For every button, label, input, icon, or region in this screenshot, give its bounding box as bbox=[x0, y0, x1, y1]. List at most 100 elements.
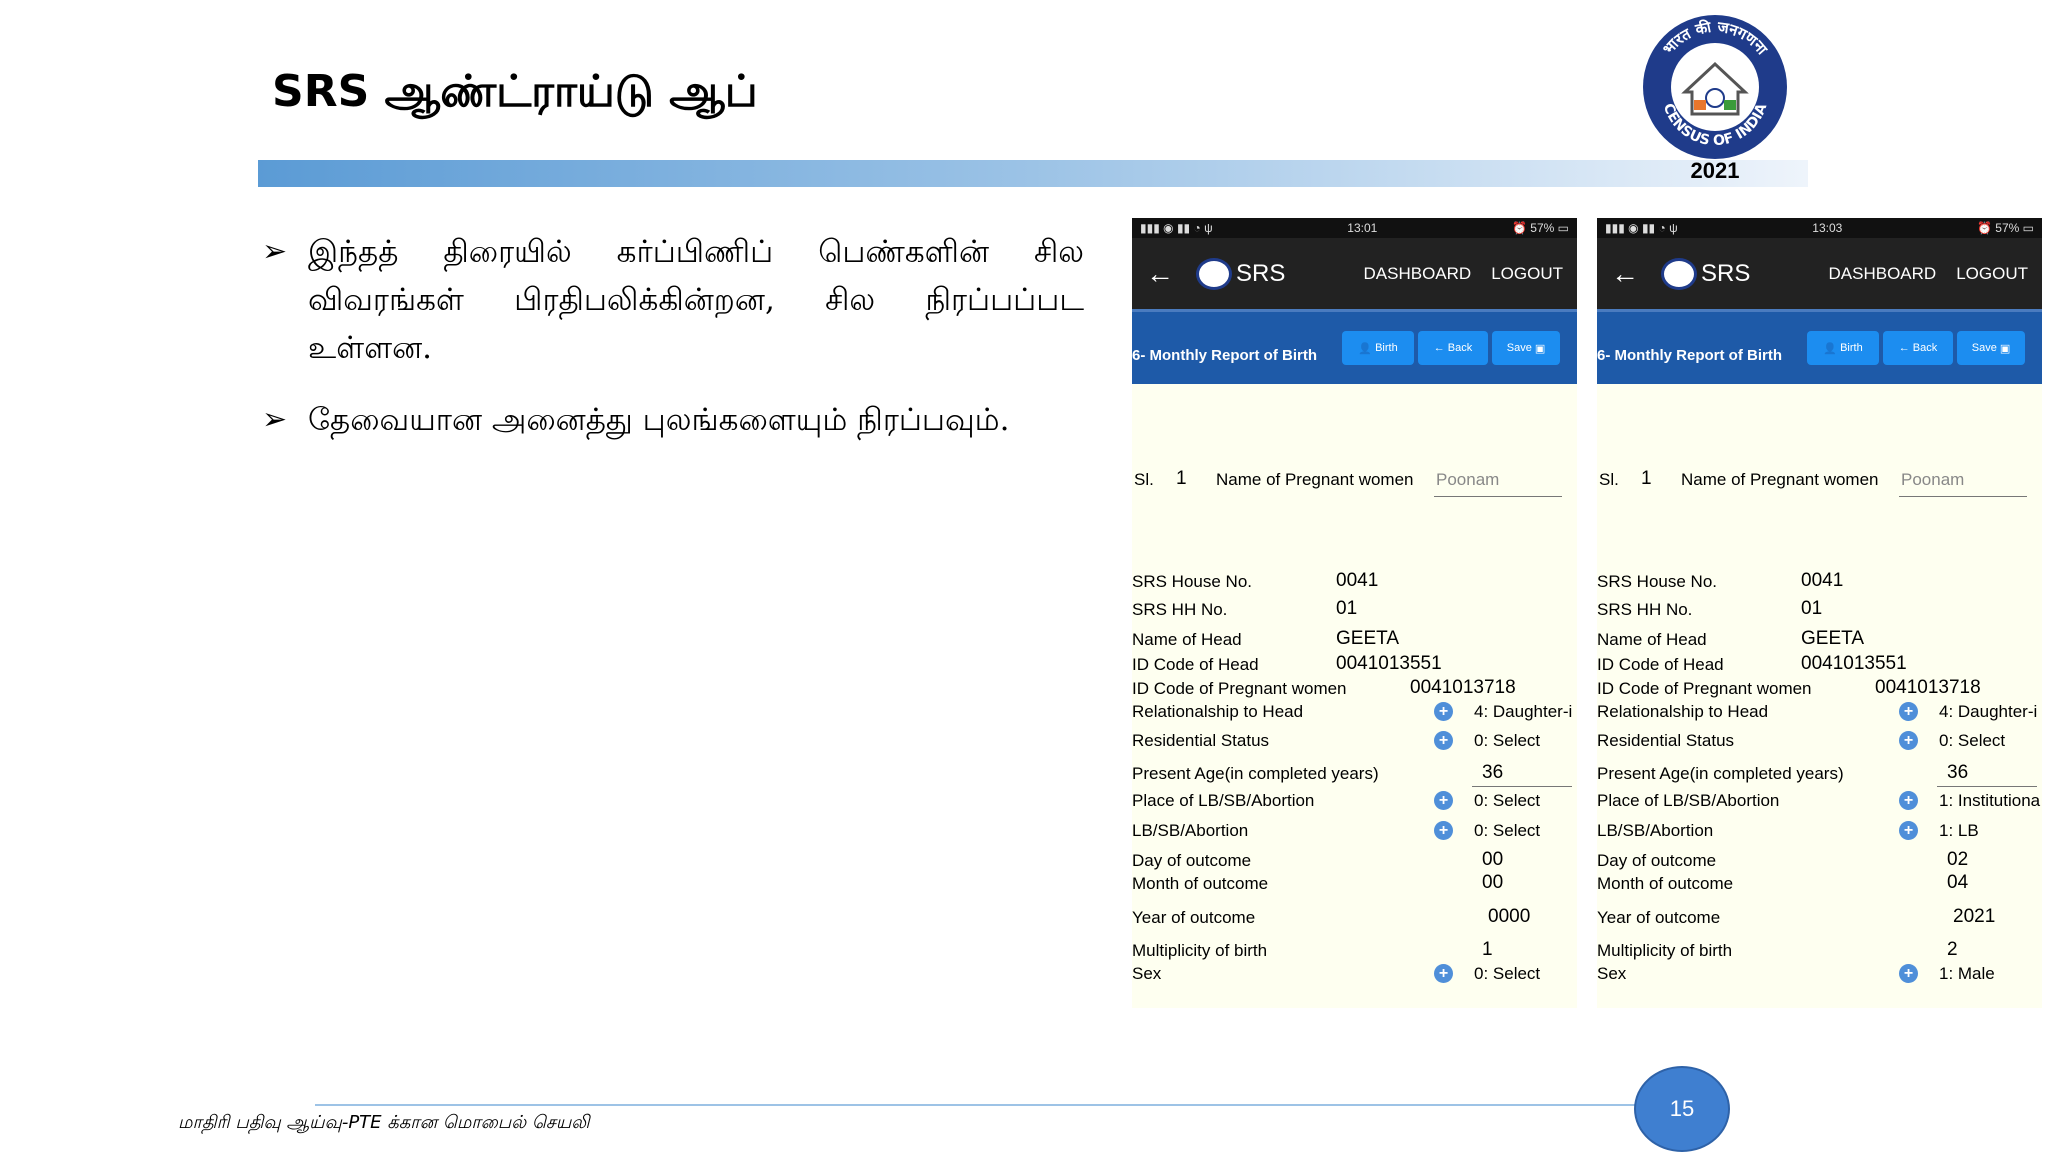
save-button[interactable]: Save ▣ bbox=[1957, 331, 2025, 365]
sex-select[interactable]: 0: Select bbox=[1474, 964, 1540, 984]
phone-screenshot-left: ▮▮▮ ◉ ▮▮ ◔ ψ 13:01 ⏰ 57% ▭ ← SRS DASHBOARD LOG… bbox=[1132, 218, 1577, 1008]
save-button[interactable]: Save ▣ bbox=[1492, 331, 1560, 365]
form-title: 6- Monthly Report of Birth bbox=[1597, 346, 1782, 364]
dashboard-link[interactable]: DASHBOARD bbox=[1364, 264, 1472, 284]
place-label: Place of LB/SB/Abortion bbox=[1597, 791, 1780, 810]
birth-button[interactable]: 👤 Birth bbox=[1342, 331, 1414, 365]
save-icon: ▣ bbox=[1996, 342, 2011, 355]
hh-label: SRS HH No. bbox=[1597, 600, 1693, 619]
pregnant-name-input[interactable]: Poonam bbox=[1901, 470, 1964, 490]
footer-text: மாதிரி பதிவு ஆய்வு-PTE க்கான மொபைல் செயல… bbox=[178, 1112, 590, 1133]
head-label: Name of Head bbox=[1597, 630, 1707, 649]
idpreg-value: 0041013718 bbox=[1875, 677, 1981, 698]
year-value[interactable]: 0000 bbox=[1488, 906, 1530, 928]
battery-status: ⏰ 57% ▭ bbox=[1511, 221, 1569, 235]
form-row-pregnant-name: Sl. 1 Name of Pregnant women Poonam bbox=[1597, 468, 2042, 497]
form-row-year: Year of outcome 2021 bbox=[1597, 906, 2042, 932]
form-row-lb: LB/SB/Abortion +0: Select bbox=[1132, 821, 1577, 845]
form-row-rel: Relationalship to Head +4: Daughter-i bbox=[1132, 702, 1577, 726]
input-underline bbox=[1937, 786, 2037, 787]
form-row-day: Day of outcome 02 bbox=[1597, 849, 2042, 875]
house-label: SRS House No. bbox=[1132, 572, 1252, 591]
rel-select[interactable]: 4: Daughter-i bbox=[1474, 702, 1572, 722]
signal-icon: ▮▮▮ ◉ ▮▮ ◔ ψ bbox=[1140, 221, 1213, 235]
srs-logo-icon bbox=[1661, 257, 1697, 290]
mult-value[interactable]: 1 bbox=[1482, 939, 1493, 961]
back-button[interactable]: ← Back bbox=[1883, 331, 1953, 365]
lb-select[interactable]: 1: LB bbox=[1939, 821, 1979, 841]
sl-value: 1 bbox=[1641, 468, 1652, 489]
arrow-bullet-icon: ➢ bbox=[262, 234, 288, 269]
pregnant-name-input[interactable]: Poonam bbox=[1436, 470, 1499, 490]
house-value: 0041 bbox=[1801, 570, 1844, 591]
pregnant-name-label: Name of Pregnant women bbox=[1216, 470, 1414, 489]
form-row-idhead: ID Code of Head 0041013551 bbox=[1132, 653, 1577, 679]
form-row-month: Month of outcome 00 bbox=[1132, 872, 1577, 898]
age-value[interactable]: 36 bbox=[1482, 762, 1503, 784]
dropdown-plus-icon[interactable]: + bbox=[1434, 791, 1453, 810]
idhead-label: ID Code of Head bbox=[1132, 655, 1259, 674]
res-select[interactable]: 0: Select bbox=[1474, 731, 1540, 751]
mult-label: Multiplicity of birth bbox=[1132, 941, 1268, 960]
hh-value: 01 bbox=[1336, 598, 1358, 619]
form-row-age: Present Age(in completed years) 36 bbox=[1597, 762, 2042, 788]
back-arrow-icon[interactable]: ← bbox=[1611, 258, 1661, 290]
place-select[interactable]: 0: Select bbox=[1474, 791, 1540, 811]
month-value[interactable]: 00 bbox=[1482, 872, 1503, 894]
back-arrow-icon[interactable]: ← bbox=[1146, 258, 1196, 290]
dropdown-plus-icon[interactable]: + bbox=[1899, 964, 1918, 983]
status-time: 13:03 bbox=[1812, 221, 1843, 235]
age-label: Present Age(in completed years) bbox=[1132, 764, 1379, 783]
birth-button[interactable]: 👤 Birth bbox=[1807, 331, 1879, 365]
day-value[interactable]: 02 bbox=[1947, 849, 1968, 871]
form-header-bar: 6- Monthly Report of Birth 👤 Birth ← Back S… bbox=[1132, 309, 1577, 384]
house-label: SRS House No. bbox=[1597, 572, 1717, 591]
year-value[interactable]: 2021 bbox=[1953, 906, 1995, 928]
month-label: Month of outcome bbox=[1132, 874, 1269, 893]
dropdown-plus-icon[interactable]: + bbox=[1899, 821, 1918, 840]
form-row-rel: Relationalship to Head +4: Daughter-i bbox=[1597, 702, 2042, 726]
dropdown-plus-icon[interactable]: + bbox=[1434, 821, 1453, 840]
dropdown-plus-icon[interactable]: + bbox=[1899, 791, 1918, 810]
arrow-bullet-icon: ➢ bbox=[262, 402, 288, 437]
back-button[interactable]: ← Back bbox=[1418, 331, 1488, 365]
idpreg-value: 0041013718 bbox=[1410, 677, 1516, 698]
day-value[interactable]: 00 bbox=[1482, 849, 1503, 871]
lb-label: LB/SB/Abortion bbox=[1132, 821, 1249, 840]
house-value: 0041 bbox=[1336, 570, 1379, 591]
form-row-hh: SRS HH No. 01 bbox=[1597, 598, 2042, 624]
month-value[interactable]: 04 bbox=[1947, 872, 1968, 894]
bullet-item: ➢ தேவையான அனைத்து புலங்களையும் நிரப்பவும… bbox=[258, 396, 1084, 444]
form-row-head: Name of Head GEETA bbox=[1597, 628, 2042, 654]
bullet-item: ➢ இந்தத் திரையில் கர்ப்பிணிப் பெண்களின் … bbox=[258, 228, 1084, 372]
app-name: SRS bbox=[1236, 259, 1286, 287]
age-label: Present Age(in completed years) bbox=[1597, 764, 1844, 783]
rel-select[interactable]: 4: Daughter-i bbox=[1939, 702, 2037, 722]
logout-link[interactable]: LOGOUT bbox=[1491, 264, 1563, 284]
form-row-res: Residential Status +0: Select bbox=[1597, 731, 2042, 755]
bullet-list: ➢ இந்தத் திரையில் கர்ப்பிணிப் பெண்களின் … bbox=[258, 228, 1084, 468]
sex-select[interactable]: 1: Male bbox=[1939, 964, 1995, 984]
dropdown-plus-icon[interactable]: + bbox=[1899, 702, 1918, 721]
lb-select[interactable]: 0: Select bbox=[1474, 821, 1540, 841]
place-select[interactable]: 1: Institutiona bbox=[1939, 791, 2040, 811]
battery-icon: ▭ bbox=[1557, 221, 1569, 235]
dropdown-plus-icon[interactable]: + bbox=[1434, 964, 1453, 983]
srs-logo-icon bbox=[1196, 257, 1232, 290]
dashboard-link[interactable]: DASHBOARD bbox=[1829, 264, 1937, 284]
res-select[interactable]: 0: Select bbox=[1939, 731, 2005, 751]
mult-value[interactable]: 2 bbox=[1947, 939, 1958, 961]
dropdown-plus-icon[interactable]: + bbox=[1434, 702, 1453, 721]
alarm-icon: ⏰ bbox=[1511, 221, 1531, 235]
dropdown-plus-icon[interactable]: + bbox=[1434, 731, 1453, 750]
logout-link[interactable]: LOGOUT bbox=[1956, 264, 2028, 284]
form-row-month: Month of outcome 04 bbox=[1597, 872, 2042, 898]
year-label: Year of outcome bbox=[1132, 908, 1256, 927]
res-label: Residential Status bbox=[1132, 731, 1270, 750]
dropdown-plus-icon[interactable]: + bbox=[1899, 731, 1918, 750]
form-row-lb: LB/SB/Abortion +1: LB bbox=[1597, 821, 2042, 845]
form-row-res: Residential Status +0: Select bbox=[1132, 731, 1577, 755]
census-logo-icon: भारत की जनगणना CENSUS OF INDIA bbox=[1643, 15, 1787, 159]
age-value[interactable]: 36 bbox=[1947, 762, 1968, 784]
input-underline bbox=[1899, 496, 2027, 497]
